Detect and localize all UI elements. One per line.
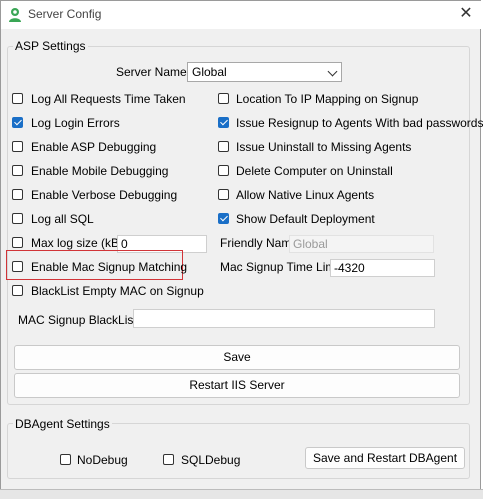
checkbox-label: BlackList Empty MAC on Signup: [31, 284, 204, 298]
checkbox-box[interactable]: [12, 165, 23, 176]
checkbox-label: Enable Mobile Debugging: [31, 164, 169, 178]
checkbox-box[interactable]: [218, 213, 229, 224]
friendly-name-label: Friendly Name: [220, 236, 299, 250]
checkbox-label: Allow Native Linux Agents: [236, 188, 375, 202]
checkbox-label: Issue Resignup to Agents With bad passwo…: [236, 116, 483, 130]
window-title: Server Config: [28, 7, 102, 21]
checkbox-box[interactable]: [218, 117, 229, 128]
dbagent-settings-label: DBAgent Settings: [13, 417, 112, 431]
restart-iis-button[interactable]: Restart IIS Server: [14, 373, 460, 398]
checkbox-label: Log Login Errors: [31, 116, 120, 130]
checkbox-box[interactable]: [12, 189, 23, 200]
checkbox-label: Delete Computer on Uninstall: [236, 164, 393, 178]
checkbox-label: Location To IP Mapping on Signup: [236, 92, 419, 106]
checkbox-box[interactable]: [60, 454, 71, 465]
server-config-window: Server Config ✕ ASP Settings Server Name…: [0, 0, 483, 496]
save-restart-dbagent-button[interactable]: Save and Restart DBAgent: [305, 447, 465, 469]
checkbox-box[interactable]: [12, 141, 23, 152]
app-icon: [9, 8, 21, 22]
server-name-label: Server Name: [116, 65, 187, 79]
mac-signup-blacklist-label: MAC Signup BlackList: [18, 313, 137, 327]
mac-signup-time-limit-input[interactable]: -4320: [330, 259, 435, 277]
checkbox-label: Issue Uninstall to Missing Agents: [236, 140, 412, 154]
chevron-down-icon: [327, 66, 338, 77]
checkbox-label: Log All Requests Time Taken: [31, 92, 186, 106]
server-name-select[interactable]: Global: [187, 62, 342, 82]
asp-settings-label: ASP Settings: [13, 39, 88, 53]
checkbox-box[interactable]: [218, 93, 229, 104]
checkbox-box[interactable]: [12, 213, 23, 224]
checkbox-label: Enable Verbose Debugging: [31, 188, 178, 202]
title-bar: Server Config ✕: [1, 1, 482, 29]
checkbox-box[interactable]: [218, 189, 229, 200]
checkbox-box[interactable]: [12, 237, 23, 248]
checkbox-label: Enable ASP Debugging: [31, 140, 157, 154]
checkbox-label: Log all SQL: [31, 212, 94, 226]
mac-signup-blacklist-input[interactable]: [133, 309, 435, 328]
checkbox-box[interactable]: [218, 141, 229, 152]
checkbox-box[interactable]: [163, 454, 174, 465]
checkbox-box[interactable]: [12, 93, 23, 104]
server-name-value: Global: [192, 65, 227, 79]
checkbox-label: Max log size (kB): [31, 236, 124, 250]
checkbox-label: Show Default Deployment: [236, 212, 375, 226]
friendly-name-input: Global: [289, 235, 434, 253]
checkbox-label: Enable Mac Signup Matching: [31, 260, 188, 274]
checkbox-box[interactable]: [12, 261, 23, 272]
mac-signup-time-limit-label: Mac Signup Time Limit: [220, 260, 342, 274]
checkbox-box[interactable]: [12, 285, 23, 296]
checkbox-label: SQLDebug: [181, 453, 241, 467]
checkbox-label: NoDebug: [77, 453, 128, 467]
checkbox-box[interactable]: [12, 117, 23, 128]
checkbox-box[interactable]: [218, 165, 229, 176]
close-icon[interactable]: ✕: [457, 4, 475, 24]
save-button[interactable]: Save: [14, 345, 460, 370]
